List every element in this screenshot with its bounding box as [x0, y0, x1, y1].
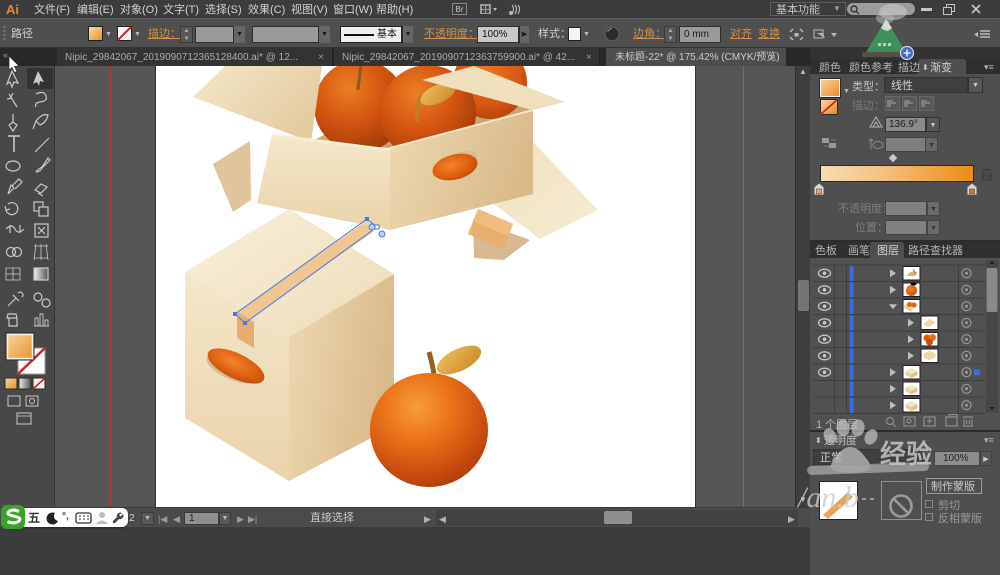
svg-text:/an.b: /an.b	[796, 481, 859, 514]
svg-text:经验: 经验	[880, 439, 932, 469]
